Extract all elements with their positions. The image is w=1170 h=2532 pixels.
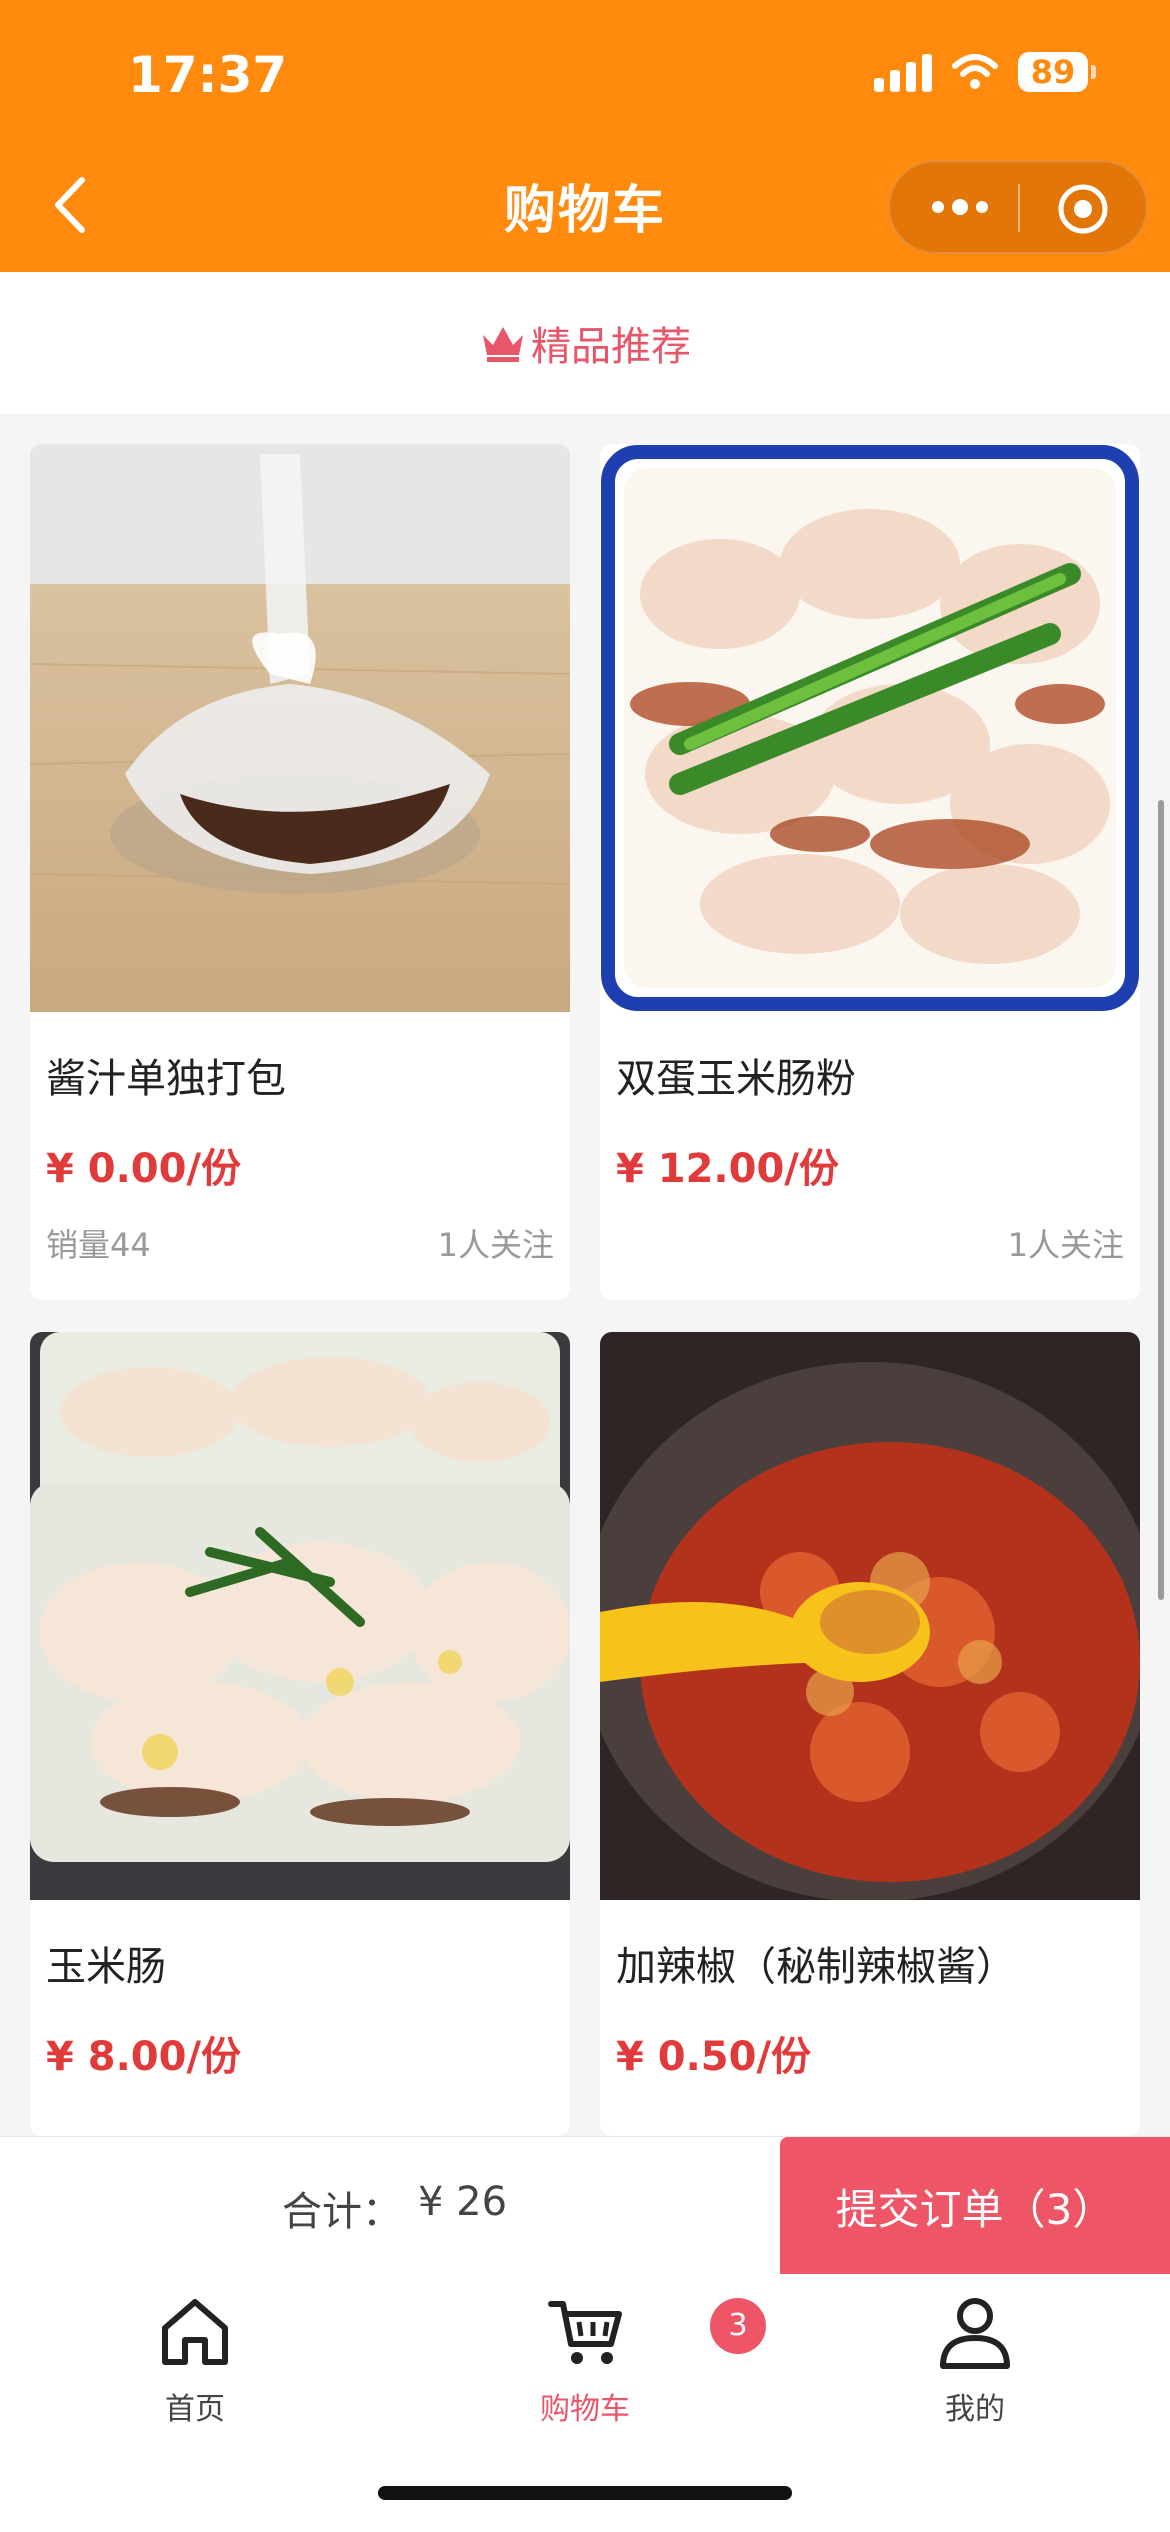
recommend-section-header: 精品推荐 <box>0 272 1170 414</box>
capsule-divider <box>1018 184 1020 232</box>
home-icon <box>162 2299 228 2365</box>
cart-summary-bar: 合计： ¥ 26 提交订单（3） <box>0 2136 1170 2275</box>
mini-program-capsule <box>888 160 1148 254</box>
product-price: ¥ 0.50/份 <box>616 2034 812 2080</box>
product-name: 玉米肠 <box>46 1944 166 1990</box>
product-image[interactable] <box>30 444 570 1012</box>
home-indicator <box>378 2486 792 2500</box>
total-label: 合计： <box>282 2189 402 2235</box>
tab-home-label: 首页 <box>165 2392 225 2427</box>
tab-cart[interactable]: 购物车 <box>485 2292 685 2428</box>
user-icon <box>940 2298 1010 2369</box>
cart-count-badge: 3 <box>710 2298 766 2354</box>
recommend-title: 精品推荐 <box>531 324 691 370</box>
tab-profile[interactable]: 我的 <box>875 2292 1075 2428</box>
close-target-icon[interactable] <box>1056 182 1110 236</box>
product-price: ¥ 8.00/份 <box>46 2034 242 2080</box>
tab-cart-label: 购物车 <box>540 2392 630 2427</box>
product-image[interactable] <box>600 1332 1140 1900</box>
total-value: ¥ 26 <box>418 2179 508 2225</box>
signal-icon <box>874 52 932 92</box>
more-icon[interactable] <box>928 192 992 222</box>
product-name: 双蛋玉米肠粉 <box>616 1056 856 1102</box>
status-icons: 89 <box>874 52 1096 92</box>
product-sales: 销量44 <box>46 1226 151 1264</box>
wifi-icon <box>952 54 998 89</box>
product-name: 加辣椒（秘制辣椒酱） <box>616 1944 1016 1990</box>
product-image[interactable] <box>30 1332 570 1900</box>
app-header: 17:37 89 购物车 <box>0 0 1170 272</box>
battery-indicator: 89 <box>1018 52 1096 92</box>
submit-order-button[interactable]: 提交订单（3） <box>780 2137 1170 2275</box>
status-time: 17:37 <box>128 46 288 104</box>
product-card[interactable]: 双蛋玉米肠粉 ¥ 12.00/份 1人关注 <box>600 444 1140 1300</box>
product-card[interactable]: 酱汁单独打包 ¥ 0.00/份 销量44 1人关注 <box>30 444 570 1300</box>
crown-icon <box>483 327 523 362</box>
product-card[interactable]: 玉米肠 ¥ 8.00/份 <box>30 1332 570 2136</box>
tab-profile-label: 我的 <box>945 2392 1005 2427</box>
product-image[interactable] <box>600 444 1140 1012</box>
product-name: 酱汁单独打包 <box>46 1056 286 1102</box>
scrollbar[interactable] <box>1158 800 1164 1600</box>
product-followers: 1人关注 <box>1007 1226 1124 1264</box>
tab-home[interactable]: 首页 <box>95 2292 295 2428</box>
product-card[interactable]: 加辣椒（秘制辣椒酱） ¥ 0.50/份 <box>600 1332 1140 2136</box>
product-price: ¥ 12.00/份 <box>616 1146 839 1192</box>
product-followers: 1人关注 <box>437 1226 554 1264</box>
product-price: ¥ 0.00/份 <box>46 1146 242 1192</box>
cart-icon <box>548 2301 622 2364</box>
